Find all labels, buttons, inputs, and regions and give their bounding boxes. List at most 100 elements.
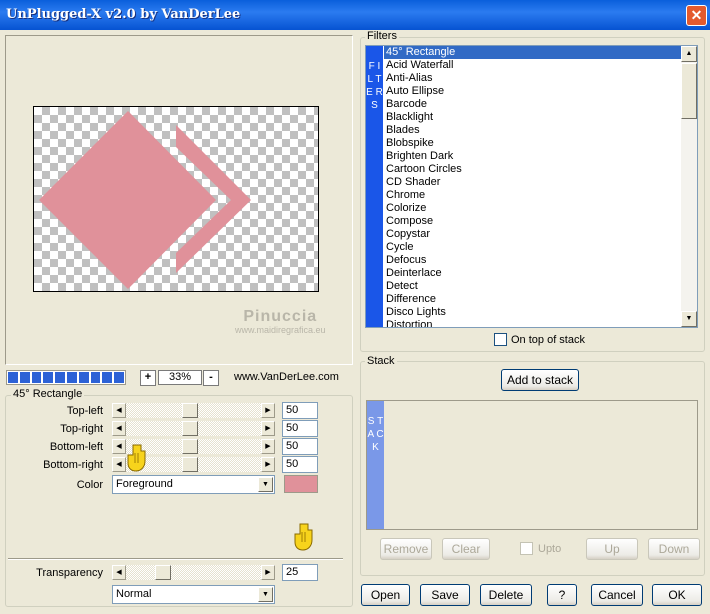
top-right-slider[interactable]: ◀ ▶ xyxy=(112,421,275,436)
slider-right-arrow-icon[interactable]: ▶ xyxy=(261,421,275,436)
slider-thumb[interactable] xyxy=(182,403,198,418)
params-separator xyxy=(8,558,343,560)
bottom-left-value[interactable]: 50 xyxy=(282,438,318,455)
open-button[interactable]: Open xyxy=(361,584,410,606)
color-swatch[interactable] xyxy=(284,475,318,493)
slider-left-arrow-icon[interactable]: ◀ xyxy=(112,457,126,472)
color-select[interactable]: Foreground ▼ xyxy=(112,475,275,494)
slider-left-arrow-icon[interactable]: ◀ xyxy=(112,439,126,454)
filter-list-item[interactable]: Brighten Dark xyxy=(384,150,681,163)
bottom-right-value[interactable]: 50 xyxy=(282,456,318,473)
filter-list-item[interactable]: Blades xyxy=(384,124,681,137)
website-link[interactable]: www.VanDerLee.com xyxy=(234,371,339,383)
filter-list-item[interactable]: Detect xyxy=(384,280,681,293)
ok-button[interactable]: OK xyxy=(652,584,702,606)
preview-canvas[interactable] xyxy=(33,106,319,292)
filter-list-item[interactable]: Colorize xyxy=(384,202,681,215)
slider-left-arrow-icon[interactable]: ◀ xyxy=(112,565,126,580)
top-left-label: Top-left xyxy=(66,405,103,417)
slider-left-arrow-icon[interactable]: ◀ xyxy=(112,403,126,418)
filter-list-item[interactable]: Auto Ellipse xyxy=(384,85,681,98)
stack-list[interactable]: S T A C K xyxy=(366,400,698,530)
hand-pointer-icon xyxy=(294,523,313,551)
slider-right-arrow-icon[interactable]: ▶ xyxy=(261,457,275,472)
transparency-value[interactable]: 25 xyxy=(282,564,318,581)
filter-list-item[interactable]: Barcode xyxy=(384,98,681,111)
filter-list-item[interactable]: Chrome xyxy=(384,189,681,202)
close-icon: ✕ xyxy=(690,7,703,23)
scroll-up-arrow-icon[interactable]: ▲ xyxy=(681,46,697,62)
up-button[interactable]: Up xyxy=(586,538,638,560)
filter-list-item[interactable]: Copystar xyxy=(384,228,681,241)
slider-right-arrow-icon[interactable]: ▶ xyxy=(261,565,275,580)
filter-list-item[interactable]: Cartoon Circles xyxy=(384,163,681,176)
transparency-label: Transparency xyxy=(36,567,103,579)
window-title: UnPlugged-X v2.0 by VanDerLee xyxy=(6,7,241,22)
watermark-title: Pinuccia xyxy=(243,308,318,325)
transparency-slider[interactable]: ◀ ▶ xyxy=(112,565,275,580)
scroll-thumb[interactable] xyxy=(681,63,697,119)
upto-checkbox[interactable] xyxy=(520,542,533,555)
stack-tab-label: S T A C K xyxy=(367,401,384,529)
filter-list-item[interactable]: Blobspike xyxy=(384,137,681,150)
chevron-down-icon[interactable]: ▼ xyxy=(258,477,273,492)
remove-button[interactable]: Remove xyxy=(380,538,432,560)
preview-diamond-shape xyxy=(39,111,216,289)
down-button[interactable]: Down xyxy=(648,538,700,560)
filters-group-title: Filters xyxy=(365,30,399,42)
add-to-stack-button[interactable]: Add to stack xyxy=(501,369,579,391)
filter-list-item[interactable]: Distortion xyxy=(384,319,681,327)
filter-list-item[interactable]: CD Shader xyxy=(384,176,681,189)
blend-mode-value: Normal xyxy=(116,588,152,600)
zoom-level: 33% xyxy=(158,370,202,385)
filter-list-item[interactable]: 45° Rectangle xyxy=(384,46,681,59)
slider-thumb[interactable] xyxy=(182,439,198,454)
top-right-label: Top-right xyxy=(60,423,103,435)
filter-list-item[interactable]: Deinterlace xyxy=(384,267,681,280)
top-left-slider[interactable]: ◀ ▶ xyxy=(112,403,275,418)
top-right-value[interactable]: 50 xyxy=(282,420,318,437)
color-label: Color xyxy=(76,479,103,491)
filter-list-item[interactable]: Acid Waterfall xyxy=(384,59,681,72)
filters-tab-label: F I L T E R S xyxy=(366,46,383,327)
filter-list-item[interactable]: Compose xyxy=(384,215,681,228)
filter-list-item[interactable]: Difference xyxy=(384,293,681,306)
filter-list-item[interactable]: Defocus xyxy=(384,254,681,267)
save-button[interactable]: Save xyxy=(420,584,470,606)
zoom-in-button[interactable]: + xyxy=(140,370,156,386)
chevron-down-icon[interactable]: ▼ xyxy=(258,587,273,602)
slider-right-arrow-icon[interactable]: ▶ xyxy=(261,439,275,454)
clear-button[interactable]: Clear xyxy=(442,538,490,560)
scroll-down-arrow-icon[interactable]: ▼ xyxy=(681,311,697,327)
slider-left-arrow-icon[interactable]: ◀ xyxy=(112,421,126,436)
preview-shapes xyxy=(39,111,251,289)
close-button[interactable]: ✕ xyxy=(686,5,707,26)
slider-thumb[interactable] xyxy=(155,565,171,580)
watermark: Pinuccia www.maidiregrafica.eu xyxy=(235,308,326,335)
top-left-value[interactable]: 50 xyxy=(282,402,318,419)
upto-label: Upto xyxy=(538,543,562,555)
on-top-checkbox[interactable] xyxy=(494,333,507,346)
delete-button[interactable]: Delete xyxy=(480,584,532,606)
progress-bar xyxy=(6,370,126,385)
slider-right-arrow-icon[interactable]: ▶ xyxy=(261,403,275,418)
on-top-label: On top of stack xyxy=(511,334,585,346)
filter-list-item[interactable]: Disco Lights xyxy=(384,306,681,319)
cancel-button[interactable]: Cancel xyxy=(591,584,643,606)
title-bar: UnPlugged-X v2.0 by VanDerLee ✕ xyxy=(0,0,710,30)
filters-list[interactable]: F I L T E R S 45° Rectangle Acid Waterfal… xyxy=(365,45,698,328)
blend-mode-select[interactable]: Normal ▼ xyxy=(112,585,275,604)
bottom-right-label: Bottom-right xyxy=(43,459,103,471)
filter-list-item[interactable]: Anti-Alias xyxy=(384,72,681,85)
zoom-out-button[interactable]: - xyxy=(203,370,219,386)
color-select-value: Foreground xyxy=(116,478,173,490)
stack-group-title: Stack xyxy=(365,355,397,367)
help-button[interactable]: ? xyxy=(547,584,577,606)
filter-list-item[interactable]: Cycle xyxy=(384,241,681,254)
bottom-left-label: Bottom-left xyxy=(49,441,103,453)
params-group-title: 45° Rectangle xyxy=(11,388,85,400)
filters-scrollbar[interactable]: ▲ ▼ xyxy=(681,46,697,327)
filter-list-item[interactable]: Blacklight xyxy=(384,111,681,124)
slider-thumb[interactable] xyxy=(182,421,198,436)
slider-thumb[interactable] xyxy=(182,457,198,472)
